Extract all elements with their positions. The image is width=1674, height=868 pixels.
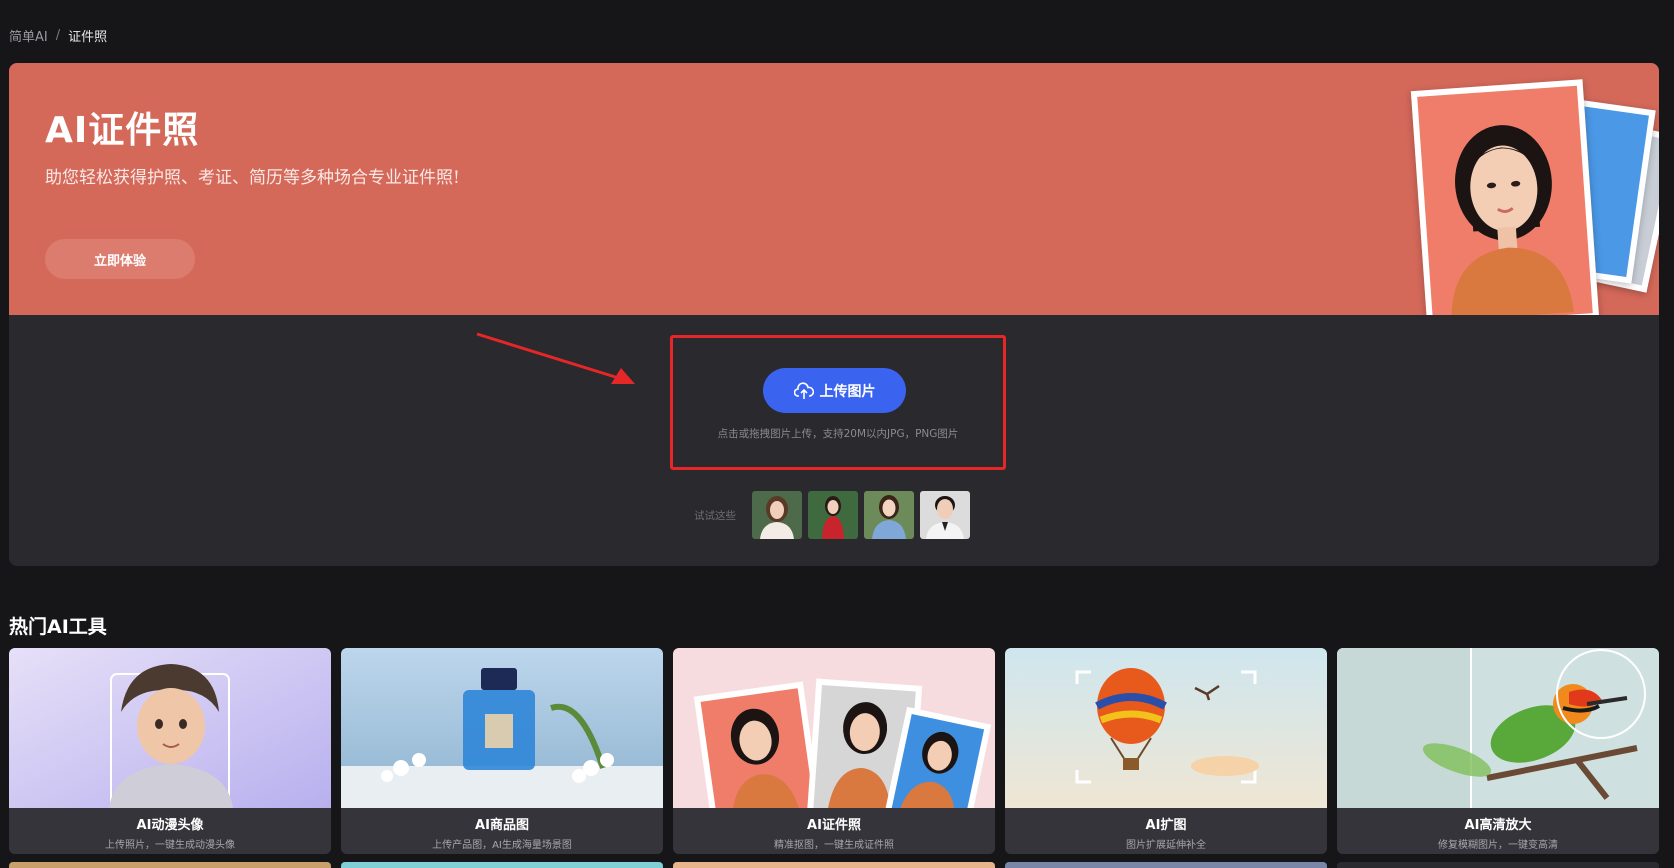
samples-label: 试试这些 [694, 509, 736, 522]
tool-card-anime-avatar[interactable]: AI动漫头像 上传照片，一键生成动漫头像 [9, 648, 331, 854]
upload-image-button[interactable]: 上传图片 [763, 368, 906, 413]
tool-card-id-photo[interactable]: AI证件照 精准抠图，一键生成证件照 [673, 648, 995, 854]
breadcrumb-separator: / [55, 28, 61, 43]
tool-desc: 上传产品图，AI生成海量场景图 [432, 840, 572, 851]
upload-dropzone[interactable]: 上传图片 点击或拖拽图片上传，支持20M以内JPG，PNG图片 [670, 335, 1006, 470]
breadcrumb-current: 证件照 [68, 30, 108, 45]
breadcrumb: 简单AI / 证件照 [9, 26, 107, 45]
hot-tools-title: 热门AI工具 [9, 616, 107, 638]
hot-tools-grid: AI动漫头像 上传照片，一键生成动漫头像 AI商品图 上传产品图，AI生成海量场… [9, 648, 1659, 854]
sample-image-2[interactable] [808, 491, 858, 539]
anime-avatar-thumbnail [9, 648, 331, 808]
tool-card-image-expand[interactable]: AI扩图 图片扩展延伸补全 [1005, 648, 1327, 854]
hd-upscale-thumbnail [1337, 648, 1659, 808]
photo-card-red [1410, 79, 1600, 315]
image-expand-thumbnail [1005, 648, 1327, 808]
upload-hint: 点击或拖拽图片上传，支持20M以内JPG，PNG图片 [717, 428, 959, 440]
tool-desc: 修复模糊图片，一键变高清 [1438, 840, 1558, 851]
try-now-button[interactable]: 立即体验 [45, 239, 195, 279]
breadcrumb-root-link[interactable]: 简单AI [9, 26, 48, 45]
tool-name: AI高清放大 [1464, 818, 1532, 833]
tool-name: AI扩图 [1145, 818, 1187, 833]
page-title: AI证件照 [45, 110, 200, 151]
sample-images: 试试这些 [694, 491, 970, 539]
tool-name: AI动漫头像 [136, 818, 204, 833]
tool-desc: 图片扩展延伸补全 [1126, 840, 1206, 851]
sample-image-3[interactable] [864, 491, 914, 539]
sample-image-1[interactable] [752, 491, 802, 539]
portrait-woman-image [1451, 125, 1575, 315]
annotation-arrow [476, 332, 635, 384]
tool-name: AI商品图 [475, 818, 529, 833]
tool-desc: 上传照片，一键生成动漫头像 [105, 840, 235, 851]
tool-desc: 精准抠图，一键生成证件照 [774, 840, 894, 851]
hero-banner: AI证件照 助您轻松获得护照、考证、简历等多种场合专业证件照! 立即体验 [9, 63, 1659, 315]
id-photo-thumbnail [673, 648, 995, 808]
upload-button-label: 上传图片 [819, 383, 876, 400]
sample-image-4[interactable] [920, 491, 970, 539]
product-image-thumbnail [341, 648, 663, 808]
next-tools-row-peek [9, 862, 1659, 868]
tool-name: AI证件照 [807, 818, 861, 833]
cloud-upload-icon [793, 381, 814, 399]
id-photo-illustration [1399, 63, 1659, 315]
tool-card-product-image[interactable]: AI商品图 上传产品图，AI生成海量场景图 [341, 648, 663, 854]
tool-card-hd-upscale[interactable]: AI高清放大 修复模糊图片，一键变高清 [1337, 648, 1659, 854]
banner-subtitle: 助您轻松获得护照、考证、简历等多种场合专业证件照! [45, 168, 460, 188]
